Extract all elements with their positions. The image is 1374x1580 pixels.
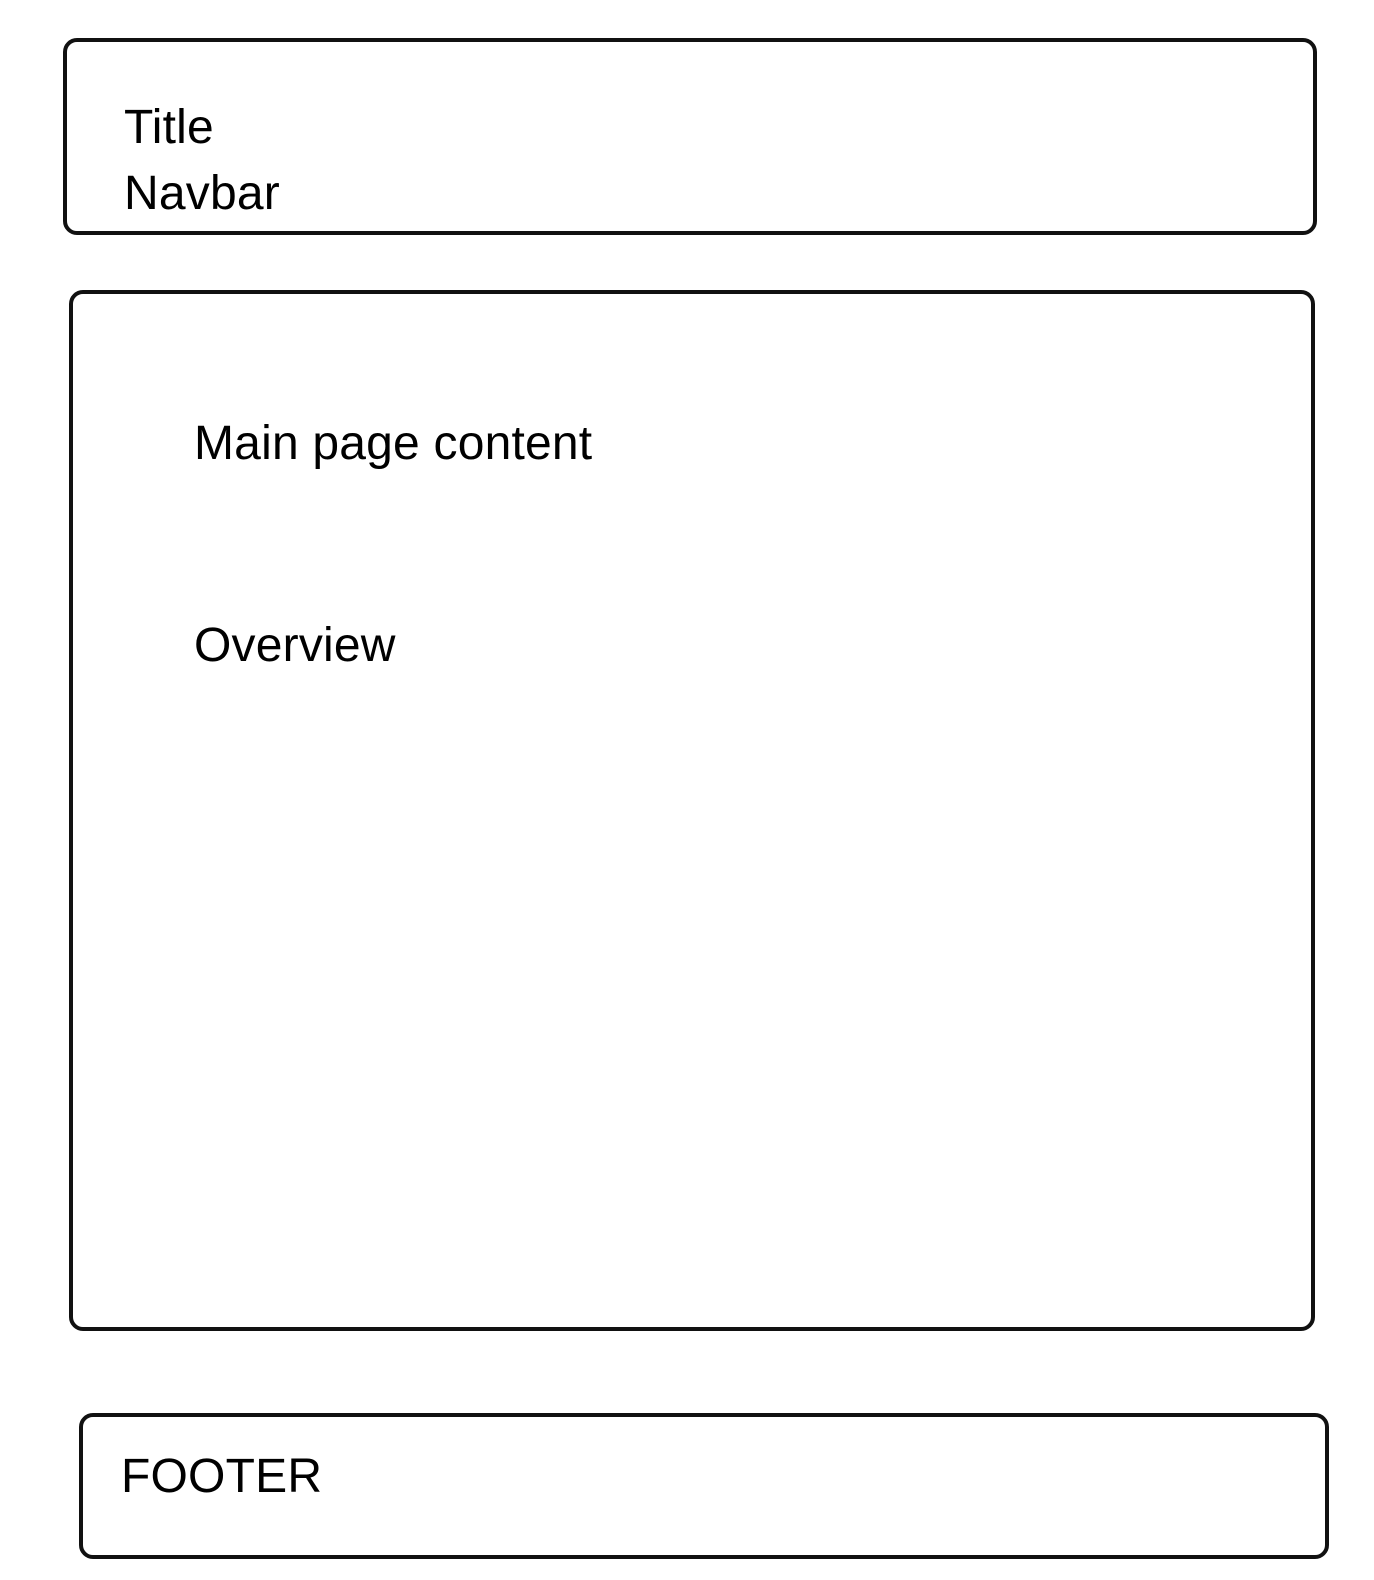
header-section: Title Navbar — [63, 38, 1317, 235]
navbar-placeholder[interactable]: Navbar — [124, 170, 280, 218]
page-title: Title — [124, 101, 214, 154]
main-content-section: Main page content Overview — [69, 290, 1315, 1331]
footer-label: FOOTER — [121, 1450, 323, 1503]
overview-label: Overview — [194, 619, 396, 672]
footer-section: FOOTER — [79, 1413, 1329, 1559]
main-content-label: Main page content — [194, 417, 593, 470]
